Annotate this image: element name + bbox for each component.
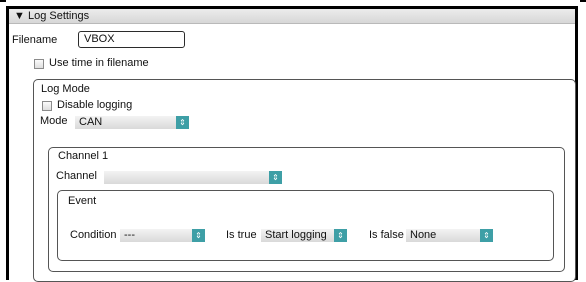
is-true-select[interactable]: Start logging bbox=[261, 229, 334, 242]
triangle-down-icon[interactable]: ▼ bbox=[14, 10, 25, 22]
is-false-label: Is false bbox=[369, 229, 404, 241]
mode-label: Mode bbox=[40, 115, 68, 127]
log-mode-title: Log Mode bbox=[41, 83, 90, 95]
corner-mark bbox=[0, 0, 6, 2]
condition-select-arrows-icon[interactable]: ⇕ bbox=[192, 229, 205, 242]
channel-1-title: Channel 1 bbox=[58, 150, 109, 162]
mode-select-arrows-icon[interactable]: ⇕ bbox=[176, 116, 189, 129]
channel-select[interactable] bbox=[104, 171, 269, 184]
is-false-select[interactable]: None bbox=[406, 229, 480, 242]
channel-1-group: Channel 1 Channel ⇕ Event Condition --- … bbox=[48, 147, 565, 272]
is-true-label: Is true bbox=[226, 229, 257, 241]
mode-select[interactable]: CAN bbox=[75, 116, 176, 129]
event-group: Event Condition --- ⇕ Is true Start logg… bbox=[57, 190, 554, 261]
log-settings-header[interactable]: ▼ Log Settings bbox=[9, 9, 575, 24]
log-settings-panel: ▼ Log Settings Filename VBOX Use time in… bbox=[6, 6, 578, 282]
filename-label: Filename bbox=[12, 34, 58, 46]
filename-field[interactable]: VBOX bbox=[78, 31, 185, 48]
disable-logging-checkbox[interactable] bbox=[42, 101, 52, 111]
channel-label: Channel bbox=[56, 170, 97, 182]
disable-logging-label: Disable logging bbox=[57, 99, 133, 111]
condition-select[interactable]: --- bbox=[120, 229, 192, 242]
is-true-select-arrows-icon[interactable]: ⇕ bbox=[334, 229, 347, 242]
condition-label: Condition bbox=[70, 229, 117, 241]
use-time-label: Use time in filename bbox=[49, 57, 149, 69]
event-title: Event bbox=[68, 195, 97, 207]
log-mode-group: Log Mode Disable logging Mode CAN ⇕ Chan… bbox=[33, 79, 576, 282]
is-false-select-arrows-icon[interactable]: ⇕ bbox=[480, 229, 493, 242]
use-time-checkbox[interactable] bbox=[34, 59, 44, 69]
corner-mark bbox=[580, 0, 586, 2]
log-settings-title: Log Settings bbox=[27, 10, 90, 22]
channel-select-arrows-icon[interactable]: ⇕ bbox=[269, 171, 282, 184]
